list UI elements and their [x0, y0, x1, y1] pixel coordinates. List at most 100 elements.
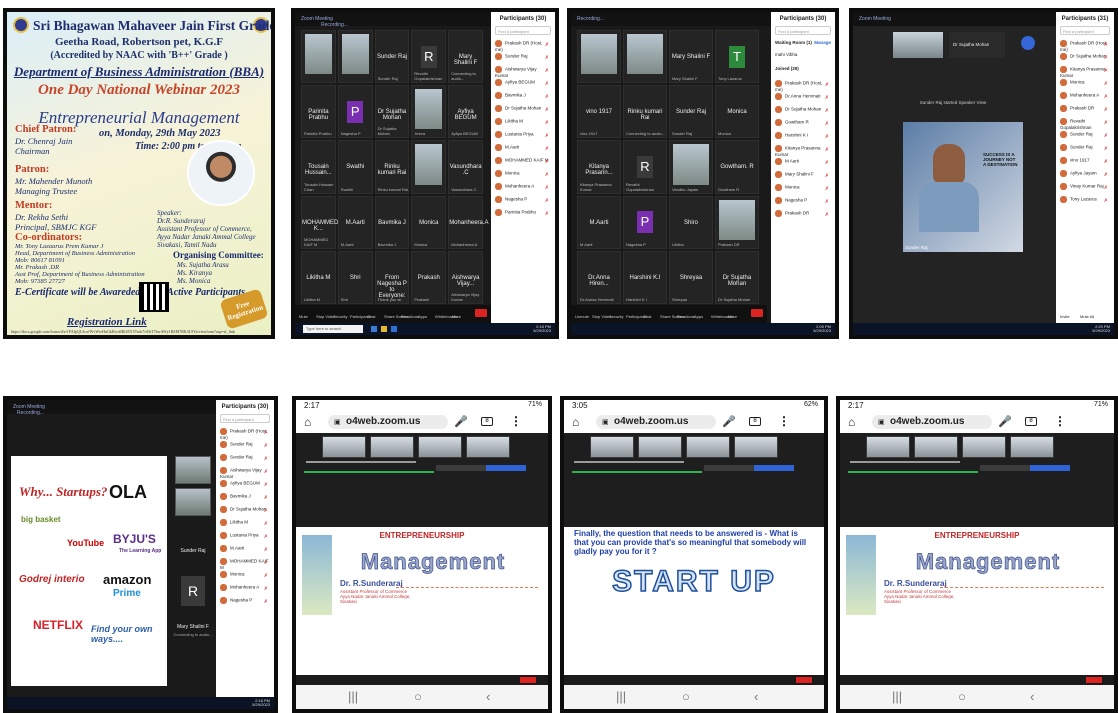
participant-row[interactable]: Tony Lazarus ✗ [1060, 196, 1110, 208]
participant-row[interactable]: Ayfiya BEGUM ✗ [220, 480, 270, 492]
participant-row[interactable]: Mohanheera A ✗ [1060, 92, 1110, 104]
back-icon[interactable]: ‹ [486, 689, 490, 704]
end-button[interactable] [475, 309, 487, 317]
video-tile[interactable] [577, 30, 621, 84]
participant-row[interactable]: Nagesha P ✗ [775, 197, 831, 209]
video-tile[interactable]: Swathi Swathi [337, 140, 373, 194]
control-2-button[interactable]: Security [333, 314, 347, 319]
muted-mic-icon[interactable]: ✗ [1104, 42, 1108, 48]
participant-row[interactable]: Mary Shalini F ✗ [775, 171, 831, 183]
video-tile[interactable]: Dr Sujatha Mohan Dr Sujatha Mohan [374, 85, 410, 139]
participant-row[interactable]: Parinita Prabhu ✗ [495, 209, 551, 221]
participant-row[interactable]: Revathi Gopalakrishnan ✗ [1060, 118, 1110, 130]
participant-row[interactable]: Bavmika J ✗ [495, 92, 551, 104]
participant-row[interactable]: Mohanheera A ✗ [495, 183, 551, 195]
video-tile[interactable]: Sunder Raj Sunder Raj [669, 85, 713, 139]
muted-mic-icon[interactable]: ✗ [545, 198, 549, 204]
participant-row[interactable]: Sunder Raj ✗ [220, 454, 270, 466]
muted-mic-icon[interactable]: ✗ [545, 133, 549, 139]
participant-row[interactable]: Aishwarya Vijay Kumar ✗ [220, 467, 270, 479]
participant-row[interactable]: M Aarti ✗ [775, 158, 831, 170]
video-tile[interactable]: Shri Shri [337, 250, 373, 304]
manage-waiting-button[interactable]: Manage [814, 40, 831, 45]
qr-code-icon[interactable] [139, 282, 169, 312]
participant-row[interactable]: Kitanya Prasanna Kumar ✗ [775, 145, 831, 157]
microphone-icon[interactable]: 🎤 [998, 415, 1012, 428]
control-9-button[interactable]: More [452, 314, 461, 319]
muted-mic-icon[interactable]: ✗ [825, 212, 829, 218]
home-icon[interactable]: ⌂ [848, 415, 855, 429]
muted-mic-icon[interactable]: ✗ [545, 42, 549, 48]
menu-icon[interactable]: ⋮ [510, 414, 522, 428]
mute-all-button[interactable]: Mute All [1080, 314, 1094, 319]
video-tile[interactable]: M.Aarti M Aarti [577, 195, 621, 249]
participant-row[interactable]: Sunder Raj ✗ [1060, 144, 1110, 156]
action-buttons[interactable] [980, 465, 1070, 471]
home-icon[interactable]: ⌂ [572, 415, 579, 429]
url-bar[interactable]: o4web.zoom.us [872, 415, 992, 429]
url-bar[interactable]: o4web.zoom.us [596, 415, 716, 429]
participant-row[interactable]: Nagesha P ✗ [495, 196, 551, 208]
video-tile[interactable]: Monica Monica [715, 85, 759, 139]
muted-mic-icon[interactable]: ✗ [825, 147, 829, 153]
muted-mic-icon[interactable]: ✗ [264, 430, 268, 436]
muted-mic-icon[interactable]: ✗ [264, 547, 268, 553]
video-tile[interactable] [623, 30, 667, 84]
invite-button[interactable]: Invite [1060, 314, 1070, 319]
control-0-button[interactable]: Unmute [575, 314, 589, 319]
video-tile[interactable]: Kitanya Prasann... Kitanya Prasanna Kumar [577, 140, 621, 194]
participant-row[interactable]: Monica ✗ [1060, 79, 1110, 91]
video-tile[interactable]: Aishwarya Vijay... Aishwarya Vijay Kumar [448, 250, 483, 304]
control-0-button[interactable]: Mute [299, 314, 308, 319]
participant-row[interactable]: M.Aarti ✗ [220, 545, 270, 557]
muted-mic-icon[interactable]: ✗ [264, 560, 268, 566]
muted-mic-icon[interactable]: ✗ [545, 159, 549, 165]
muted-mic-icon[interactable]: ✗ [1104, 172, 1108, 178]
control-6-button[interactable]: Reactions [677, 314, 695, 319]
tab-count[interactable]: 8 [481, 417, 493, 426]
muted-mic-icon[interactable]: ✗ [825, 108, 829, 114]
video-tile[interactable]: Prakash DR [715, 195, 759, 249]
participant-row[interactable]: Lustania Priya ✗ [495, 131, 551, 143]
menu-icon[interactable]: ⋮ [778, 414, 790, 428]
participant-row[interactable]: Dr Sujatha Mohan ✗ [775, 106, 831, 118]
control-7-button[interactable]: Apps [694, 314, 703, 319]
home-icon[interactable]: ⌂ [304, 415, 311, 429]
video-tile[interactable]: Ayfiya BEGUM Ayfiya BEGUM [448, 85, 483, 139]
video-tile[interactable]: Monica Monica [411, 195, 447, 249]
participant-row[interactable]: Gowtham R ✗ [775, 119, 831, 131]
muted-mic-icon[interactable]: ✗ [825, 121, 829, 127]
microphone-icon[interactable]: 🎤 [454, 415, 468, 428]
folder-icon[interactable] [381, 326, 387, 332]
control-2-button[interactable]: Security [609, 314, 623, 319]
participant-row[interactable]: Dr.Anna Hemmati ✗ [775, 93, 831, 105]
home-nav-icon[interactable]: ○ [682, 689, 690, 704]
menu-icon[interactable]: ⋮ [1054, 414, 1066, 428]
participant-row[interactable]: Prakash DR (Host, me) ✗ [775, 80, 831, 92]
video-tile[interactable]: R Revathi Gopalakrishnan [411, 30, 447, 84]
participant-row[interactable]: Vinay Kumar Raj ✗ [1060, 183, 1110, 195]
participant-search-input[interactable]: Find a participant [775, 26, 831, 35]
video-tile[interactable]: Likitha M Likitha M [301, 250, 336, 304]
video-tile[interactable]: P Nagesha P [623, 195, 667, 249]
video-tile[interactable]: Shreyaa Shreyaa [669, 250, 713, 304]
participant-search-input[interactable]: Find a participant [220, 414, 270, 423]
participant-row[interactable]: Monica ✗ [775, 184, 831, 196]
leave-button[interactable] [520, 677, 536, 683]
participant-row[interactable]: Prakash DR ✗ [775, 210, 831, 222]
muted-mic-icon[interactable]: ✗ [264, 508, 268, 514]
muted-mic-icon[interactable]: ✗ [1104, 185, 1108, 191]
muted-mic-icon[interactable]: ✗ [825, 173, 829, 179]
action-buttons[interactable] [436, 465, 526, 471]
video-tile[interactable]: Mohanheera.A Mohanheera A [448, 195, 489, 249]
participant-row[interactable]: Prakash DR (Host, me) ✗ [220, 428, 270, 440]
muted-mic-icon[interactable]: ✗ [825, 134, 829, 140]
url-bar[interactable]: o4web.zoom.us [328, 415, 448, 429]
muted-mic-icon[interactable]: ✗ [1104, 198, 1108, 204]
participant-row[interactable]: MOHAMMED KAIF M ✗ [220, 558, 270, 570]
participant-row[interactable]: Sunder Raj ✗ [220, 441, 270, 453]
video-tile[interactable]: Rinku kumari Rai Rinku kumari Rai [374, 140, 410, 194]
recents-icon[interactable]: ||| [892, 689, 902, 704]
control-7-button[interactable]: Apps [418, 314, 427, 319]
muted-mic-icon[interactable]: ✗ [264, 443, 268, 449]
